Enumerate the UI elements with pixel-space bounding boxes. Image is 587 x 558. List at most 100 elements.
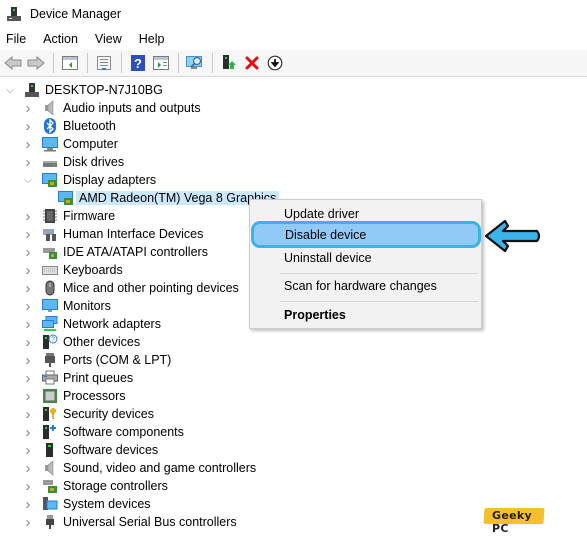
chevron-right-icon[interactable]: › bbox=[22, 388, 34, 405]
tree-category[interactable]: › Software devices bbox=[22, 441, 159, 459]
tree-category[interactable]: › Universal Serial Bus controllers bbox=[22, 513, 237, 531]
back-icon bbox=[4, 56, 22, 70]
tree-category-label: Display adapters bbox=[63, 173, 157, 187]
chevron-right-icon[interactable]: › bbox=[22, 514, 34, 531]
tree-category-label: IDE ATA/ATAPI controllers bbox=[63, 245, 208, 259]
tree-category-label: Security devices bbox=[63, 407, 155, 421]
tree-category[interactable]: › Monitors bbox=[22, 297, 111, 315]
tree-category[interactable]: › Keyboards bbox=[22, 261, 123, 279]
chevron-right-icon[interactable]: › bbox=[22, 226, 34, 243]
tree-category[interactable]: › Computer bbox=[22, 135, 118, 153]
properties-button[interactable] bbox=[93, 52, 115, 74]
speaker-icon bbox=[42, 100, 58, 116]
tree-category-label: Audio inputs and outputs bbox=[63, 101, 201, 115]
menu-separator bbox=[280, 273, 478, 274]
tree-category[interactable]: › Firmware bbox=[22, 207, 116, 225]
tree-category[interactable]: › Security devices bbox=[22, 405, 155, 423]
forward-button[interactable] bbox=[25, 52, 47, 74]
disk-drive-icon bbox=[42, 154, 58, 170]
tree-category[interactable]: › Print queues bbox=[22, 369, 134, 387]
tree-category[interactable]: › IDE ATA/ATAPI controllers bbox=[22, 243, 208, 261]
tree-category[interactable]: › System devices bbox=[22, 495, 151, 513]
update-driver-button[interactable] bbox=[218, 52, 240, 74]
chevron-right-icon[interactable]: › bbox=[22, 154, 34, 171]
chevron-right-icon[interactable]: › bbox=[22, 334, 34, 351]
network-adapter-icon bbox=[42, 316, 58, 332]
chevron-right-icon[interactable]: › bbox=[22, 244, 34, 261]
tree-category-label: Software components bbox=[63, 425, 184, 439]
tree-category[interactable]: › Software components bbox=[22, 423, 184, 441]
chevron-right-icon[interactable]: › bbox=[22, 352, 34, 369]
scan-hardware-button[interactable] bbox=[184, 52, 206, 74]
software-component-icon bbox=[42, 424, 58, 440]
tree-device[interactable]: AMD Radeon(TM) Vega 8 Graphics bbox=[58, 189, 280, 207]
chevron-right-icon[interactable]: › bbox=[22, 442, 34, 459]
tree-category[interactable]: › Audio inputs and outputs bbox=[22, 99, 201, 117]
tree-category[interactable]: › Bluetooth bbox=[22, 117, 116, 135]
chevron-right-icon[interactable]: › bbox=[22, 424, 34, 441]
tree-category[interactable]: › Mice and other pointing devices bbox=[22, 279, 239, 297]
toolbar: ? bbox=[0, 50, 587, 77]
tree-category-label: Bluetooth bbox=[63, 119, 116, 133]
watermark-logo: Geeky PC bbox=[483, 506, 545, 535]
menu-help[interactable]: Help bbox=[139, 32, 172, 46]
menu-properties[interactable]: Properties bbox=[250, 304, 481, 326]
menu-file[interactable]: File bbox=[6, 32, 33, 46]
tree-category[interactable]: › Disk drives bbox=[22, 153, 125, 171]
tree-category-label: Firmware bbox=[63, 209, 116, 223]
uninstall-button[interactable] bbox=[241, 52, 263, 74]
tree-category[interactable]: › Network adapters bbox=[22, 315, 161, 333]
tree-category-label: Keyboards bbox=[63, 263, 123, 277]
other-devices-icon: ? bbox=[42, 334, 58, 350]
menu-view[interactable]: View bbox=[95, 32, 129, 46]
chevron-right-icon[interactable]: › bbox=[22, 136, 34, 153]
tree-root[interactable]: ⌵ DESKTOP-N7J10BG bbox=[4, 81, 163, 99]
chevron-right-icon[interactable]: › bbox=[22, 460, 34, 477]
action-pane-button[interactable] bbox=[150, 52, 172, 74]
tree-category[interactable]: ›? Other devices bbox=[22, 333, 141, 351]
chevron-down-icon[interactable]: ⌵ bbox=[22, 174, 34, 186]
tree-category[interactable]: › Processors bbox=[22, 387, 126, 405]
tree-category[interactable]: › Ports (COM & LPT) bbox=[22, 351, 172, 369]
tree-category-label: Print queues bbox=[63, 371, 134, 385]
chevron-right-icon[interactable]: › bbox=[22, 100, 34, 117]
disable-button[interactable] bbox=[264, 52, 286, 74]
tree-category-label: Universal Serial Bus controllers bbox=[63, 515, 237, 529]
chevron-right-icon[interactable]: › bbox=[22, 208, 34, 225]
help-button[interactable]: ? bbox=[127, 52, 149, 74]
chevron-right-icon[interactable]: › bbox=[22, 496, 34, 513]
mouse-icon bbox=[42, 280, 58, 296]
tree-category[interactable]: › Human Interface Devices bbox=[22, 225, 204, 243]
tree-category-label: Mice and other pointing devices bbox=[63, 281, 239, 295]
action-pane-icon bbox=[153, 56, 169, 70]
chevron-down-icon[interactable]: ⌵ bbox=[4, 84, 16, 96]
back-button[interactable] bbox=[2, 52, 24, 74]
properties-icon bbox=[97, 56, 111, 70]
tree-category-label: Ports (COM & LPT) bbox=[63, 353, 172, 367]
tree-category[interactable]: ⌵ Display adapters bbox=[22, 171, 156, 189]
title-bar: Device Manager bbox=[0, 0, 587, 28]
chevron-right-icon[interactable]: › bbox=[22, 316, 34, 333]
chevron-right-icon[interactable]: › bbox=[22, 370, 34, 387]
processor-icon bbox=[42, 388, 58, 404]
hid-icon bbox=[42, 226, 58, 242]
watermark-text: Geeky PC bbox=[492, 509, 532, 535]
menu-uninstall-device[interactable]: Uninstall device bbox=[250, 247, 481, 269]
menu-action[interactable]: Action bbox=[43, 32, 85, 46]
tree-category-label: Sound, video and game controllers bbox=[63, 461, 257, 475]
menu-scan-hardware[interactable]: Scan for hardware changes bbox=[250, 275, 481, 297]
toolbar-separator bbox=[121, 53, 122, 73]
chevron-right-icon[interactable]: › bbox=[22, 298, 34, 315]
chevron-right-icon[interactable]: › bbox=[22, 280, 34, 297]
menu-disable-device[interactable]: Disable device bbox=[251, 221, 481, 248]
chevron-right-icon[interactable]: › bbox=[22, 262, 34, 279]
chevron-right-icon[interactable]: › bbox=[22, 118, 34, 135]
show-hide-console-tree-button[interactable] bbox=[59, 52, 81, 74]
tree-category[interactable]: › Sound, video and game controllers bbox=[22, 459, 257, 477]
tree-category[interactable]: › Storage controllers bbox=[22, 477, 168, 495]
show-hide-console-tree-icon bbox=[62, 56, 78, 70]
chevron-right-icon[interactable]: › bbox=[22, 478, 34, 495]
window-title: Device Manager bbox=[30, 7, 122, 21]
chevron-right-icon[interactable]: › bbox=[22, 406, 34, 423]
port-icon bbox=[42, 352, 58, 368]
